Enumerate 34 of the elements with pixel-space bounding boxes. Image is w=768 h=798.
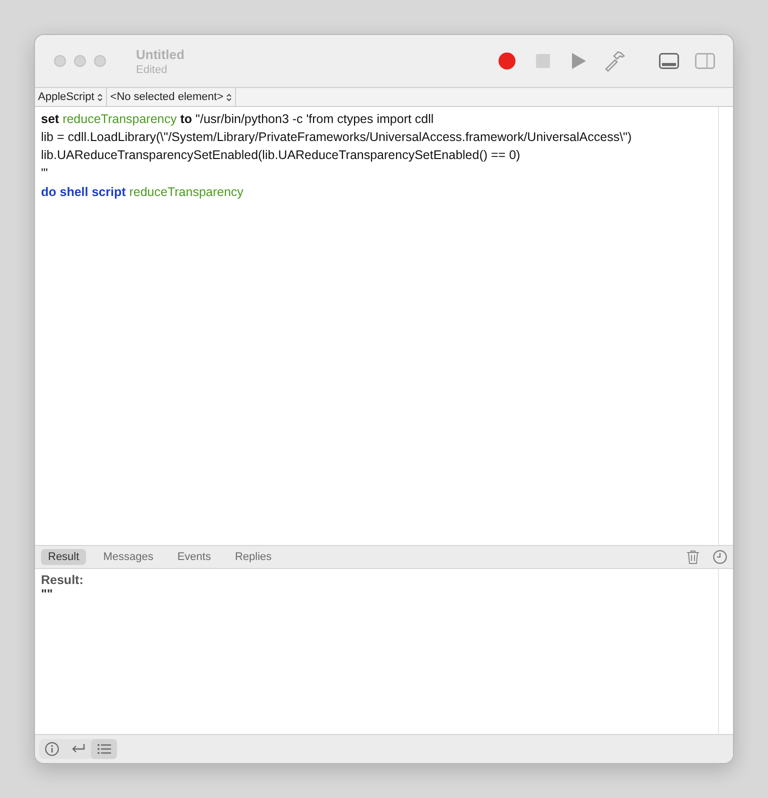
- trash-icon: [687, 550, 699, 564]
- history-button[interactable]: [713, 550, 727, 564]
- log-tab[interactable]: Events: [170, 549, 218, 565]
- play-icon: [572, 53, 586, 69]
- log-tab[interactable]: Result: [41, 549, 86, 565]
- navigation-popup[interactable]: AppleScript: [35, 88, 108, 106]
- stop-icon: [536, 54, 550, 68]
- zoom-button[interactable]: [94, 55, 106, 67]
- minimize-button[interactable]: [74, 55, 86, 67]
- bottom-panel-icon: [659, 53, 679, 69]
- result-heading: Result:: [41, 573, 84, 587]
- result-value: "": [41, 587, 53, 601]
- code-line: do shell script reduceTransparency: [41, 185, 244, 200]
- code-line: lib = cdll.LoadLibrary(\"/System/Library/PrivateFrameworks/UniversalAccess.framework/UniversalAccess\"): [41, 130, 633, 145]
- info-icon: [45, 742, 59, 756]
- code-line: set reduceTransparency to "/usr/bin/python3 -c 'from ctypes import cdll: [41, 112, 435, 127]
- return-arrow-icon: [71, 743, 85, 755]
- log-tab[interactable]: Replies: [228, 549, 279, 565]
- clock-icon: [713, 550, 727, 564]
- side-panel-icon: [695, 53, 715, 69]
- list-button[interactable]: [91, 739, 117, 759]
- hammer-icon: [604, 50, 626, 72]
- updown-chevron-icon: [97, 92, 104, 102]
- clear-button[interactable]: [687, 550, 699, 564]
- window-title: Untitled: [136, 46, 184, 62]
- code-line: '": [41, 166, 49, 181]
- navigation-popup[interactable]: <No selected element>: [107, 88, 236, 106]
- code-line: lib.UAReduceTransparencySetEnabled(lib.UAReduceTransparencySetEnabled() == 0): [41, 148, 522, 163]
- list-icon: [97, 743, 111, 755]
- updown-chevron-icon: [226, 92, 232, 102]
- record-icon: [498, 52, 516, 70]
- close-button[interactable]: [54, 55, 66, 67]
- window-subtitle: Edited: [136, 64, 168, 76]
- log-tab[interactable]: Messages: [96, 549, 160, 565]
